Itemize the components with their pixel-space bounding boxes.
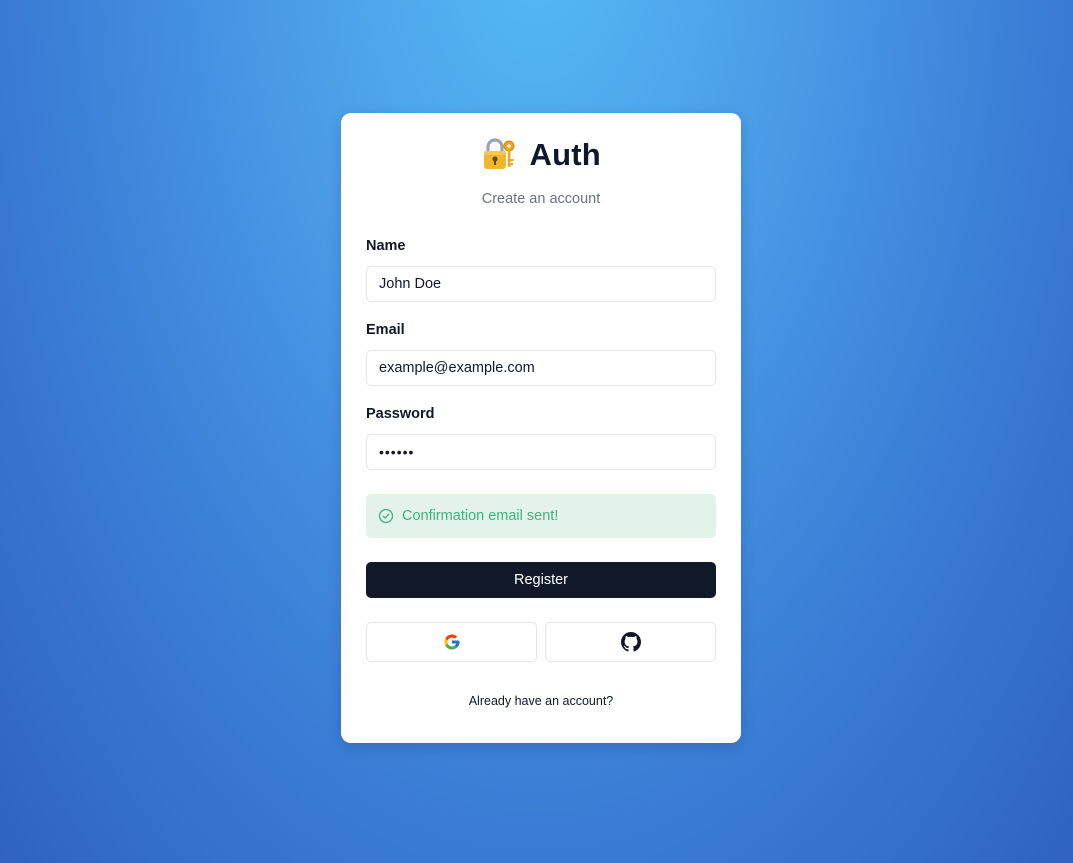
github-icon bbox=[620, 632, 641, 652]
check-circle-icon bbox=[378, 508, 394, 524]
register-card: Auth Create an account Name Email Passwo… bbox=[341, 113, 741, 743]
password-label: Password bbox=[366, 406, 435, 422]
email-field[interactable] bbox=[366, 350, 716, 386]
name-field[interactable] bbox=[366, 266, 716, 302]
card-header: Auth bbox=[341, 137, 741, 175]
success-alert: Confirmation email sent! bbox=[366, 494, 716, 538]
password-field[interactable]: •••••• bbox=[366, 434, 716, 470]
alert-message: Confirmation email sent! bbox=[402, 508, 559, 524]
github-signin-button[interactable] bbox=[545, 622, 716, 662]
google-icon bbox=[444, 634, 459, 650]
page-subtitle: Create an account bbox=[481, 191, 601, 207]
locked-with-key-icon bbox=[484, 138, 515, 169]
login-link[interactable]: Already have an account? bbox=[341, 694, 741, 708]
name-label: Name bbox=[366, 238, 406, 254]
page-title: Auth bbox=[529, 137, 601, 172]
email-label: Email bbox=[366, 322, 405, 338]
register-button[interactable]: Register bbox=[366, 562, 716, 598]
google-signin-button[interactable] bbox=[366, 622, 537, 662]
